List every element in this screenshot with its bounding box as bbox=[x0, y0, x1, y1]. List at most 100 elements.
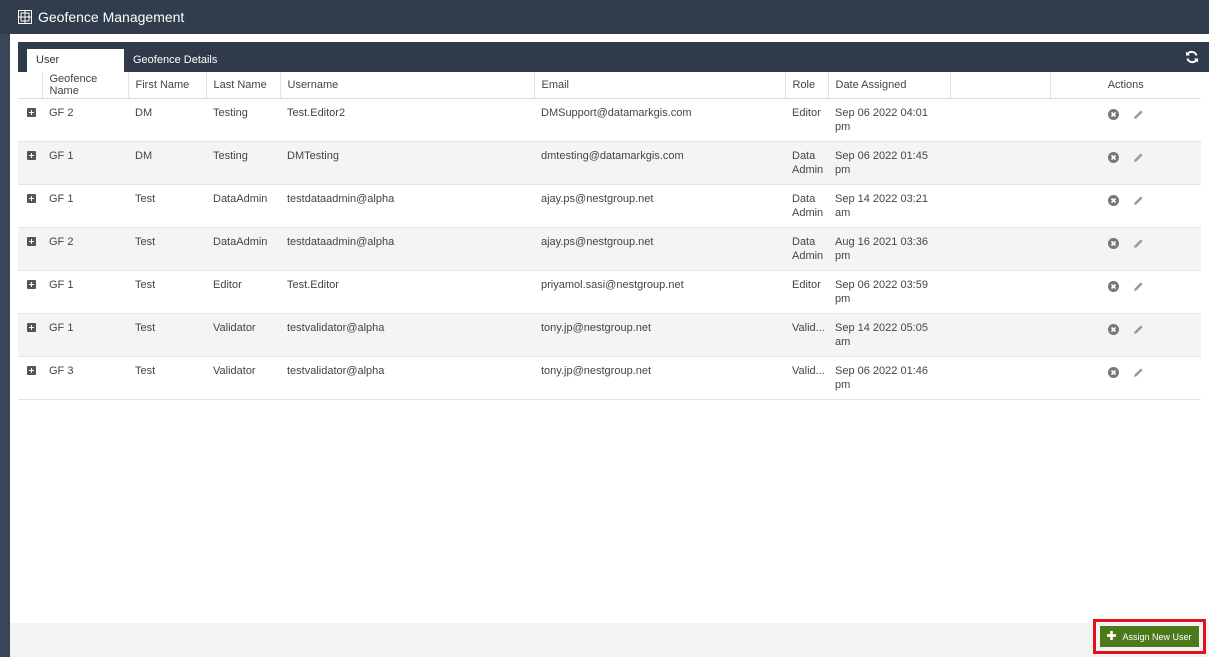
cell-first-name: Test bbox=[128, 356, 206, 400]
cell-spacer bbox=[950, 184, 1050, 228]
main-panel: User Management Geofence Details Geofenc… bbox=[10, 34, 1209, 657]
col-expand bbox=[18, 72, 43, 99]
plus-square-icon[interactable] bbox=[27, 151, 36, 160]
cell-email: DMSupport@datamarkgis.com bbox=[534, 98, 785, 142]
cell-email: tony.jp@nestgroup.net bbox=[534, 356, 785, 400]
cell-spacer bbox=[950, 141, 1050, 185]
cell-actions bbox=[1050, 270, 1201, 314]
cell-username: DMTesting bbox=[280, 141, 534, 185]
cell-actions bbox=[1050, 184, 1201, 228]
plus-square-icon[interactable] bbox=[27, 280, 36, 289]
plus-square-icon[interactable] bbox=[27, 237, 36, 246]
cell-role: Data Admin bbox=[785, 227, 828, 271]
cell-geofence-name: GF 2 bbox=[42, 227, 128, 271]
col-first-name[interactable]: First Name bbox=[128, 72, 207, 99]
refresh-icon[interactable] bbox=[1185, 50, 1199, 64]
cell-email: dmtesting@datamarkgis.com bbox=[534, 141, 785, 185]
expand-cell bbox=[18, 98, 42, 142]
plus-square-icon[interactable] bbox=[27, 194, 36, 203]
pencil-icon[interactable] bbox=[1133, 109, 1144, 120]
cell-date-assigned: Sep 14 2022 03:21 am bbox=[828, 184, 950, 228]
cell-date-assigned: Aug 16 2021 03:36 pm bbox=[828, 227, 950, 271]
cell-username: testdataadmin@alpha bbox=[280, 184, 534, 228]
table-row: GF 1 DM Testing DMTesting dmtesting@datamark… bbox=[18, 141, 1201, 185]
pencil-icon[interactable] bbox=[1133, 152, 1144, 163]
tab-geofence-details[interactable]: Geofence Details bbox=[124, 49, 226, 72]
cell-username: Test.Editor bbox=[280, 270, 534, 314]
assign-new-user-button[interactable]: Assign New User bbox=[1100, 626, 1199, 647]
plus-square-icon[interactable] bbox=[27, 108, 36, 117]
cell-first-name: Test bbox=[128, 313, 206, 357]
col-last-name[interactable]: Last Name bbox=[206, 72, 281, 99]
map-grid-icon bbox=[18, 10, 32, 24]
cell-last-name: Testing bbox=[206, 141, 280, 185]
pencil-icon[interactable] bbox=[1133, 367, 1144, 378]
remove-circle-icon[interactable] bbox=[1107, 281, 1119, 292]
table-row: GF 3 Test Validator testvalidator@alpha tony… bbox=[18, 356, 1201, 400]
cell-username: Test.Editor2 bbox=[280, 98, 534, 142]
cell-email: tony.jp@nestgroup.net bbox=[534, 313, 785, 357]
expand-cell bbox=[18, 270, 42, 314]
col-actions: Actions bbox=[1050, 72, 1201, 99]
cell-spacer bbox=[950, 356, 1050, 400]
remove-circle-icon[interactable] bbox=[1107, 238, 1119, 249]
col-date-assigned[interactable]: Date Assigned bbox=[828, 72, 951, 99]
assign-button-label: Assign New User bbox=[1122, 631, 1192, 642]
cell-geofence-name: GF 1 bbox=[42, 313, 128, 357]
cell-email: ajay.ps@nestgroup.net bbox=[534, 184, 785, 228]
remove-circle-icon[interactable] bbox=[1107, 195, 1119, 206]
cell-geofence-name: GF 1 bbox=[42, 270, 128, 314]
remove-circle-icon[interactable] bbox=[1107, 109, 1119, 120]
expand-cell bbox=[18, 184, 42, 228]
plus-square-icon[interactable] bbox=[27, 366, 36, 375]
assign-highlight: Assign New User bbox=[1093, 619, 1206, 654]
col-geofence-name[interactable]: Geofence Name bbox=[42, 72, 129, 99]
cell-date-assigned: Sep 06 2022 03:59 pm bbox=[828, 270, 950, 314]
cell-actions bbox=[1050, 98, 1201, 142]
cell-spacer bbox=[950, 98, 1050, 142]
plus-icon bbox=[1107, 631, 1117, 642]
pencil-icon[interactable] bbox=[1133, 324, 1144, 335]
pencil-icon[interactable] bbox=[1133, 281, 1144, 292]
pencil-icon[interactable] bbox=[1133, 238, 1144, 249]
col-role[interactable]: Role bbox=[785, 72, 829, 99]
remove-circle-icon[interactable] bbox=[1107, 367, 1119, 378]
remove-circle-icon[interactable] bbox=[1107, 324, 1119, 335]
cell-username: testdataadmin@alpha bbox=[280, 227, 534, 271]
cell-first-name: Test bbox=[128, 184, 206, 228]
cell-role: Data Admin bbox=[785, 141, 828, 185]
table-row: GF 2 DM Testing Test.Editor2 DMSupport@datam… bbox=[18, 98, 1201, 142]
expand-cell bbox=[18, 356, 42, 400]
table-row: GF 1 Test Validator testvalidator@alpha tony… bbox=[18, 313, 1201, 357]
title-bar: Geofence Management bbox=[0, 0, 1209, 34]
left-edge bbox=[0, 34, 10, 657]
table-row: GF 1 Test Editor Test.Editor priyamol.sasi@n… bbox=[18, 270, 1201, 314]
plus-square-icon[interactable] bbox=[27, 323, 36, 332]
col-email[interactable]: Email bbox=[534, 72, 786, 99]
cell-last-name: DataAdmin bbox=[206, 184, 280, 228]
cell-actions bbox=[1050, 227, 1201, 271]
col-spacer bbox=[950, 72, 1051, 99]
col-username[interactable]: Username bbox=[280, 72, 535, 99]
cell-last-name: Validator bbox=[206, 356, 280, 400]
cell-geofence-name: GF 1 bbox=[42, 141, 128, 185]
cell-last-name: Validator bbox=[206, 313, 280, 357]
cell-first-name: DM bbox=[128, 98, 206, 142]
remove-circle-icon[interactable] bbox=[1107, 152, 1119, 163]
cell-spacer bbox=[950, 313, 1050, 357]
expand-cell bbox=[18, 313, 42, 357]
pencil-icon[interactable] bbox=[1133, 195, 1144, 206]
cell-last-name: Editor bbox=[206, 270, 280, 314]
cell-date-assigned: Sep 06 2022 01:46 pm bbox=[828, 356, 950, 400]
cell-username: testvalidator@alpha bbox=[280, 313, 534, 357]
cell-first-name: Test bbox=[128, 227, 206, 271]
tab-user-management[interactable]: User Management bbox=[27, 49, 124, 89]
cell-role: Editor bbox=[785, 98, 828, 142]
cell-geofence-name: GF 2 bbox=[42, 98, 128, 142]
cell-spacer bbox=[950, 270, 1050, 314]
table-row: GF 2 Test DataAdmin testdataadmin@alpha ajay… bbox=[18, 227, 1201, 271]
cell-date-assigned: Sep 06 2022 04:01 pm bbox=[828, 98, 950, 142]
cell-geofence-name: GF 3 bbox=[42, 356, 128, 400]
cell-last-name: DataAdmin bbox=[206, 227, 280, 271]
expand-cell bbox=[18, 141, 42, 185]
